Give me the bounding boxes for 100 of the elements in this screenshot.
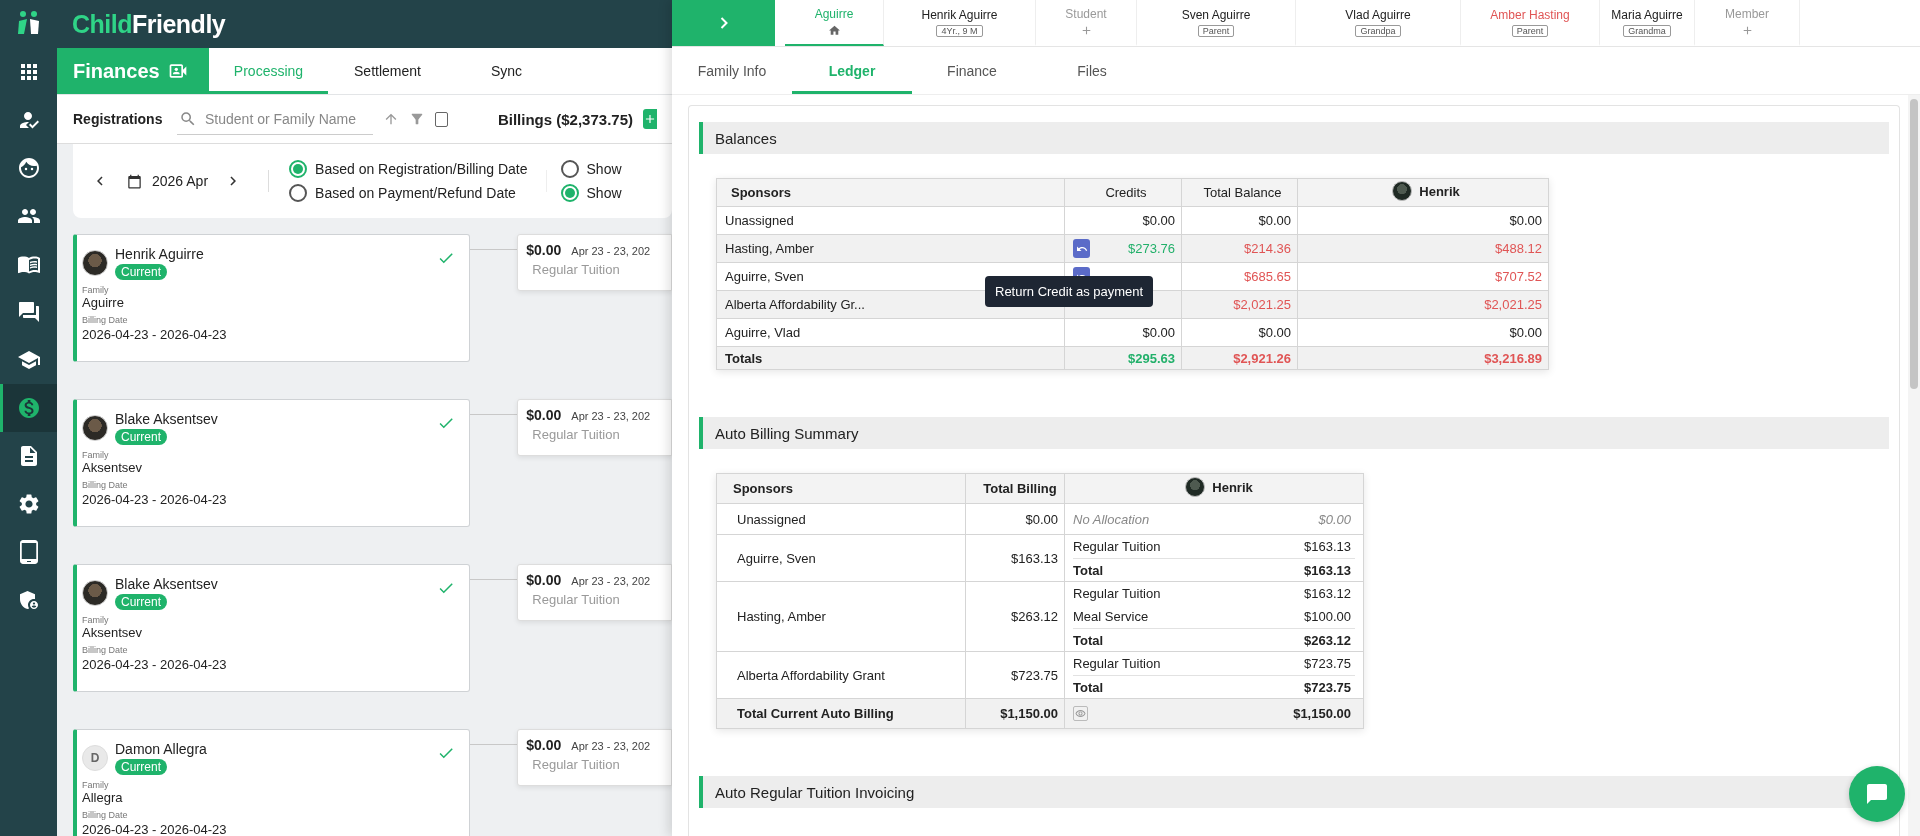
billing-item: Regular Tuition — [531, 262, 621, 277]
billing-item: Regular Tuition — [531, 592, 621, 607]
billing-amount: $0.00 — [526, 572, 562, 588]
radio-button[interactable] — [289, 184, 308, 202]
billing-card[interactable]: $0.00 Apr 23 - 23, 202 Regular Tuition — [517, 729, 672, 786]
allocation-label: No Allocation — [1073, 511, 1150, 527]
member-tab[interactable]: Maria Aguirre Grandma — [1600, 0, 1695, 46]
allocation-amount: $163.13 — [1304, 562, 1351, 578]
table-cell: Totals — [716, 346, 1065, 370]
amount: $273.76 — [1128, 241, 1175, 256]
registration-card[interactable]: Blake Aksentsev Current Family Aksentsev Billing Date 2026-04-23 - 2026-04-23 — [73, 399, 470, 527]
column-header: Sponsors — [716, 473, 966, 504]
table-cell: $263.12 — [965, 581, 1065, 652]
billing-card[interactable]: $0.00 Apr 23 - 23, 202 Regular Tuition — [517, 234, 672, 291]
member-tab[interactable]: Amber Hasting Parent — [1461, 0, 1600, 46]
radio-button[interactable] — [560, 184, 579, 202]
allocation-label: Regular Tuition — [1073, 656, 1161, 671]
field-label: Family — [82, 285, 110, 295]
search-field[interactable]: Student or Family Name — [177, 103, 374, 135]
billing-amount: $0.00 — [526, 737, 562, 753]
member-tag: Parent — [1511, 24, 1549, 37]
billing-card[interactable]: $0.00 Apr 23 - 23, 202 Regular Tuition — [517, 564, 672, 621]
section-title: Registrations — [73, 111, 164, 127]
allocation-amount: $100.00 — [1304, 609, 1351, 624]
allocation-amount: $163.12 — [1304, 586, 1351, 601]
section-header: Auto Billing Summary — [699, 417, 1889, 449]
table-cell: $295.63 — [1064, 346, 1182, 370]
chat-icon — [1865, 782, 1889, 806]
registration-card[interactable]: Blake Aksentsev Current Family Aksentsev Billing Date 2026-04-23 - 2026-04-23 — [73, 564, 470, 692]
billing-amount: $0.00 — [526, 407, 562, 423]
column-title: Henrik — [1212, 479, 1253, 495]
tab[interactable]: Files — [1032, 47, 1152, 94]
billing-dates: Apr 23 - 23, 202 — [571, 575, 651, 587]
table-cell: $2,921.26 — [1181, 346, 1298, 370]
field-label: Billing Date — [82, 645, 129, 655]
allocation-amount: $723.75 — [1304, 679, 1351, 695]
billing-date: 2026-04-23 - 2026-04-23 — [82, 327, 228, 342]
billing-date: 2026-04-23 - 2026-04-23 — [82, 822, 228, 836]
billing-dates: Apr 23 - 23, 202 — [571, 740, 651, 752]
status-badge: Current — [115, 264, 167, 280]
avatar — [1392, 181, 1413, 201]
registration-card[interactable]: D Damon Allegra Current Family Allegra Billing Date 2026-04-23 - 2026-04-23 — [73, 729, 470, 836]
chat-button[interactable] — [1849, 766, 1905, 822]
member-tab[interactable]: Vlad Aguirre Grandpa — [1296, 0, 1461, 46]
family-name: Aksentsev — [82, 460, 143, 475]
table-cell: Unassigned — [716, 503, 966, 535]
member-tab[interactable]: Sven Aguirre Parent — [1137, 0, 1296, 46]
allocation-label: Regular Tuition — [1073, 586, 1161, 601]
student-name: Henrik Aguirre — [115, 246, 204, 262]
video-icon[interactable] — [167, 61, 188, 81]
table-cell: $214.36 — [1181, 234, 1298, 263]
chevron-icon — [719, 17, 728, 29]
return-credit-button[interactable] — [1073, 239, 1090, 258]
member-tag: Parent — [1197, 24, 1235, 37]
tab[interactable]: Sync — [447, 48, 566, 94]
checkbox[interactable] — [435, 111, 448, 127]
allocation-label: Meal Service — [1073, 609, 1149, 624]
allocation-label: Regular Tuition — [1073, 539, 1161, 554]
face-icon — [16, 156, 41, 180]
billing-date: 2026-04-23 - 2026-04-23 — [82, 492, 228, 507]
billing-card[interactable]: $0.00 Apr 23 - 23, 202 Regular Tuition — [517, 399, 672, 456]
nav-item[interactable] — [0, 384, 57, 432]
field-label: Billing Date — [82, 480, 129, 490]
radio-button[interactable] — [289, 160, 308, 178]
amount: $0.00 — [1142, 325, 1175, 340]
allocation-label: Total — [1073, 679, 1104, 695]
student-name: Damon Allegra — [115, 741, 207, 757]
tab[interactable]: Family Info — [672, 47, 792, 94]
radio-label: Show — [586, 185, 622, 201]
radio-label: Based on Payment/Refund Date — [315, 185, 516, 201]
table-cell: $0.00 — [1297, 318, 1549, 347]
scrollbar-thumb[interactable] — [1910, 99, 1918, 389]
dollar-icon — [16, 396, 41, 420]
column-header: Total Balance — [1181, 178, 1298, 207]
table-cell: $707.52 — [1297, 262, 1549, 291]
avatar — [1185, 477, 1206, 497]
table-cell: $2,021.25 — [1181, 290, 1298, 319]
table-cell: $723.75 — [965, 651, 1065, 699]
billing-amount: $0.00 — [526, 242, 562, 258]
student-name: Blake Aksentsev — [115, 411, 218, 427]
graduation-cap-icon — [16, 348, 41, 372]
status-badge: Current — [115, 429, 167, 445]
table-cell: Aguirre, Sven — [716, 534, 966, 582]
table-cell: $488.12 — [1297, 234, 1549, 263]
registration-card[interactable]: Henrik Aguirre Current Family Aguirre Billing Date 2026-04-23 - 2026-04-23 — [73, 234, 470, 362]
table-cell: Total Current Auto Billing — [716, 698, 966, 729]
section-header: Balances — [699, 122, 1889, 154]
table-cell: Alberta Affordability Grant — [716, 651, 966, 699]
table-cell: Aguirre, Vlad — [716, 318, 1065, 347]
allocation-label: Total — [1073, 562, 1104, 578]
table-cell: $0.00 — [1181, 206, 1298, 235]
tab[interactable]: Settlement — [328, 48, 447, 94]
column-header: Sponsors — [716, 178, 1065, 207]
member-tag: Grandpa — [1355, 24, 1401, 37]
logo-icon — [16, 10, 41, 36]
radio-button[interactable] — [560, 160, 579, 178]
field-label: Family — [82, 450, 110, 460]
tab[interactable]: Finance — [912, 47, 1032, 94]
member-tab[interactable]: Henrik Aguirre 4Yr., 9 M — [884, 0, 1036, 46]
amount: $0.00 — [1142, 213, 1175, 228]
